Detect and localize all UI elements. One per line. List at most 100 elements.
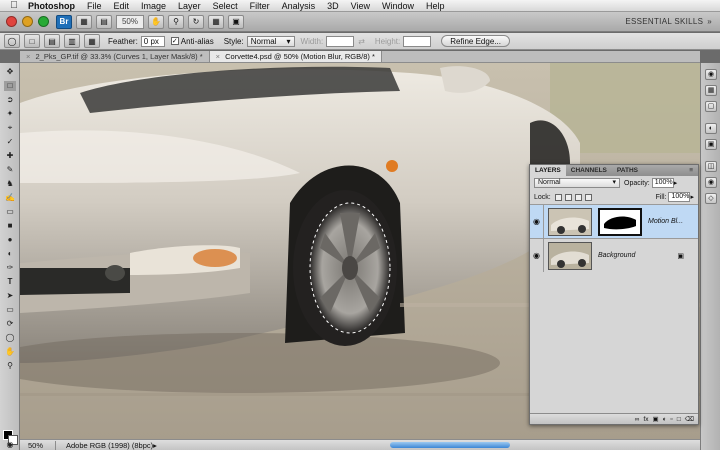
rectangular-marquee-tool-icon[interactable]: □ (4, 81, 16, 91)
close-window-button[interactable] (6, 16, 17, 27)
subtract-selection-icon[interactable]: ▥ (64, 34, 80, 48)
layers-panel-icon[interactable]: ◫ (705, 161, 717, 172)
chevron-right-icon[interactable]: ▸ (674, 179, 678, 187)
menu-layer[interactable]: Layer (178, 1, 201, 11)
path-selection-tool-icon[interactable]: ➤ (4, 291, 16, 301)
shape-tool-icon[interactable]: ▭ (4, 305, 16, 315)
menu-select[interactable]: Select (213, 1, 238, 11)
workspace-switcher[interactable]: ESSENTIAL SKILLS » (625, 17, 712, 26)
eyedropper-tool-icon[interactable]: ✓ (4, 137, 16, 147)
rotate-view-icon[interactable]: ↻ (188, 14, 204, 29)
refine-edge-button[interactable]: Refine Edge... (441, 35, 510, 47)
feather-input[interactable]: 0 px (140, 35, 165, 47)
lock-transparent-icon[interactable] (554, 193, 562, 201)
masks-panel-icon[interactable]: ▣ (705, 139, 717, 150)
minimize-window-button[interactable] (22, 16, 33, 27)
chevron-right-icon[interactable]: ▸ (690, 193, 694, 201)
eraser-tool-icon[interactable]: ▭ (4, 207, 16, 217)
document-info[interactable]: Adobe RGB (1998) (8bpc) (56, 441, 153, 450)
close-tab-icon[interactable]: × (216, 52, 220, 61)
history-brush-tool-icon[interactable]: ✍ (4, 193, 16, 203)
status-menu-icon[interactable]: ▸ (153, 441, 157, 450)
adjustment-layer-icon[interactable]: ◐ (663, 416, 667, 423)
apple-icon[interactable]:  (6, 0, 22, 11)
zoom-tool-icon[interactable]: ⚲ (4, 361, 16, 371)
arrange-documents-icon[interactable]: ▦ (208, 14, 224, 29)
menu-3d[interactable]: 3D (327, 1, 339, 11)
lasso-tool-icon[interactable]: ➲ (4, 95, 16, 105)
layer-mask-thumbnail[interactable] (598, 207, 642, 236)
blur-tool-icon[interactable]: ● (4, 235, 16, 245)
crop-tool-icon[interactable]: ⌖ (4, 123, 16, 133)
menu-help[interactable]: Help (426, 1, 445, 11)
menu-image[interactable]: Image (141, 1, 166, 11)
document-tab[interactable]: × 2_Pks_GP.tif @ 33.3% (Curves 1, Layer … (20, 51, 210, 62)
lock-all-icon[interactable] (584, 193, 592, 201)
bridge-button[interactable]: Br (56, 14, 72, 29)
mini-bridge-icon[interactable]: ▦ (76, 14, 92, 29)
delete-layer-icon[interactable]: ⌫ (685, 415, 694, 423)
blend-mode-select[interactable]: Normal ▾ (534, 178, 620, 188)
new-selection-icon[interactable]: □ (24, 34, 40, 48)
type-tool-icon[interactable]: T (4, 277, 16, 287)
menu-analysis[interactable]: Analysis (282, 1, 316, 11)
zoom-tool-icon[interactable]: ⚲ (168, 14, 184, 29)
link-layers-icon[interactable]: ∞ (635, 416, 640, 423)
marquee-preset-icon[interactable]: ◯ (4, 34, 20, 48)
menu-file[interactable]: File (87, 1, 102, 11)
status-zoom-field[interactable]: 50% (20, 440, 56, 450)
zoom-level-field[interactable]: 50% (116, 14, 144, 29)
layer-name[interactable]: Motion Bl... (648, 218, 683, 225)
close-tab-icon[interactable]: × (26, 52, 30, 61)
new-layer-icon[interactable]: □ (677, 416, 681, 423)
3d-orbit-tool-icon[interactable]: ◯ (4, 333, 16, 343)
lock-position-icon[interactable] (574, 193, 582, 201)
tab-channels[interactable]: CHANNELS (566, 167, 612, 174)
layer-row-selected[interactable]: ◉ Motion Bl... (530, 204, 698, 238)
hand-tool-icon[interactable]: ✋ (4, 347, 16, 357)
visibility-eye-icon[interactable]: ◉ (530, 239, 544, 272)
view-extras-icon[interactable]: ▤ (96, 14, 112, 29)
width-input[interactable] (326, 35, 355, 47)
menu-view[interactable]: View (351, 1, 370, 11)
lock-image-icon[interactable] (564, 193, 572, 201)
zoom-window-button[interactable] (38, 16, 49, 27)
tab-layers[interactable]: LAYERS (530, 165, 566, 176)
layer-row[interactable]: ◉ Background ▣ (530, 238, 698, 272)
visibility-eye-icon[interactable]: ◉ (530, 205, 544, 238)
quick-mask-icon[interactable]: ◉ (4, 440, 16, 450)
paths-panel-icon[interactable]: ◇ (705, 193, 717, 204)
add-mask-icon[interactable]: ▣ (652, 415, 658, 423)
color-panel-icon[interactable]: ◉ (705, 69, 717, 80)
healing-brush-tool-icon[interactable]: ✚ (4, 151, 16, 161)
menu-app-name[interactable]: Photoshop (28, 1, 75, 11)
hand-tool-icon[interactable]: ✋ (148, 14, 164, 29)
document-tab-active[interactable]: × Corvette4.psd @ 50% (Motion Blur, RGB/… (209, 51, 382, 62)
move-tool-icon[interactable]: ✥ (4, 67, 16, 77)
swatches-panel-icon[interactable]: ▦ (705, 85, 717, 96)
quick-selection-tool-icon[interactable]: ✦ (4, 109, 16, 119)
height-input[interactable] (403, 35, 432, 47)
layer-style-icon[interactable]: fx (643, 416, 648, 423)
menu-filter[interactable]: Filter (250, 1, 270, 11)
3d-rotate-tool-icon[interactable]: ⟳ (4, 319, 16, 329)
clone-stamp-tool-icon[interactable]: ♞ (4, 179, 16, 189)
tab-paths[interactable]: PATHS (612, 167, 643, 174)
brush-tool-icon[interactable]: ✎ (4, 165, 16, 175)
fill-input[interactable]: 100% (668, 192, 691, 202)
style-select[interactable]: Normal ▾ (246, 35, 295, 47)
pen-tool-icon[interactable]: ✑ (4, 263, 16, 273)
menu-window[interactable]: Window (382, 1, 414, 11)
add-selection-icon[interactable]: ▤ (44, 34, 60, 48)
new-group-icon[interactable]: ▫ (671, 416, 673, 423)
screen-mode-icon[interactable]: ▣ (228, 14, 244, 29)
styles-panel-icon[interactable]: ▢ (705, 101, 717, 112)
adjustments-panel-icon[interactable]: ◐ (705, 123, 717, 134)
opacity-input[interactable]: 100% (651, 178, 674, 188)
anti-alias-checkbox[interactable]: ✓ (170, 37, 179, 45)
layer-name[interactable]: Background (598, 252, 635, 259)
horizontal-scrollbar[interactable] (390, 442, 510, 448)
intersect-selection-icon[interactable]: ▦ (84, 34, 100, 48)
menu-edit[interactable]: Edit (114, 1, 130, 11)
swap-dimensions-icon[interactable]: ⇄ (358, 37, 365, 46)
